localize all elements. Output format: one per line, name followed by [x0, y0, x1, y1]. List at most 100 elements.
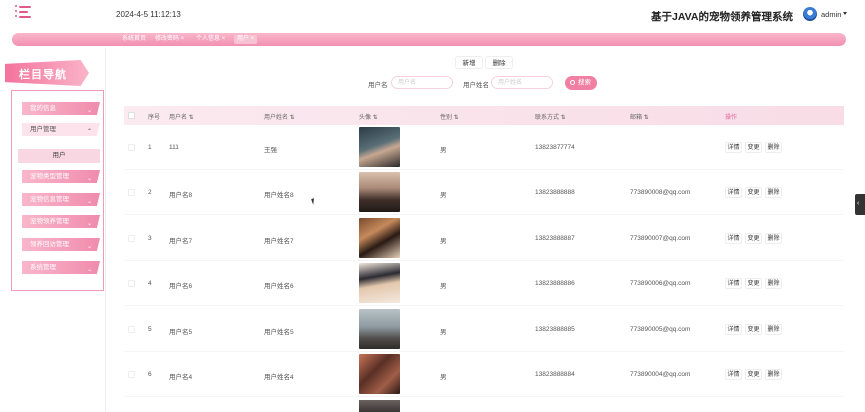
tab-home[interactable]: 系统首页	[122, 35, 146, 44]
row-delete-button[interactable]: 删除	[765, 233, 782, 244]
search-button[interactable]: 搜索	[565, 76, 597, 90]
column-header[interactable]: 性别 ⇅	[440, 112, 459, 121]
cell-gender: 男	[440, 147, 447, 154]
side-panel-handle[interactable]: ‹	[855, 194, 865, 215]
cell-username: 用户名4	[169, 374, 193, 381]
cell-phone: 13823877774	[535, 144, 575, 151]
row-delete-button[interactable]: 删除	[765, 187, 782, 198]
cell-no: 4	[148, 280, 152, 287]
column-header[interactable]: 头像 ⇅	[359, 112, 378, 121]
column-header[interactable]: 用户姓名 ⇅	[264, 112, 295, 121]
sidebar-subitem-users[interactable]: 用户	[18, 149, 100, 163]
sidebar-item-pet-info[interactable]: 宠物信息管理 ⌄	[22, 193, 100, 206]
user-name[interactable]: admin	[821, 10, 841, 19]
column-header[interactable]: 联系方式 ⇅	[535, 112, 566, 121]
detail-button[interactable]: 详情	[725, 233, 742, 244]
sidebar-item-system[interactable]: 系统管理 ⌄	[22, 261, 100, 274]
row-checkbox[interactable]	[128, 189, 135, 196]
column-header: 序号	[148, 115, 161, 121]
tab-users[interactable]: 用户 ×	[234, 35, 258, 44]
datetime: 2024-4-5 11:12:13	[116, 10, 181, 19]
table-row: 5 用户名5 用户姓名5 男 13823888885 773890005@qq.…	[124, 307, 844, 352]
detail-button[interactable]: 详情	[725, 369, 742, 380]
edit-button[interactable]: 变更	[745, 324, 762, 335]
username-label: 用户名	[368, 82, 388, 89]
edit-button[interactable]: 变更	[745, 142, 762, 153]
sidebar-item-label: 系统管理	[30, 264, 56, 271]
edit-button[interactable]: 变更	[745, 278, 762, 289]
detail-button[interactable]: 详情	[725, 324, 742, 335]
nav-menu: 我的信息 ⌄ 用户管理 ⌃ 用户 宠物类型管理 ⌄ 宠物信息管理 ⌄ 宠物领养管理 ⌄ 领…	[11, 90, 104, 291]
cell-no: 2	[148, 189, 152, 196]
chevron-down-icon: ⌄	[86, 221, 92, 227]
row-delete-button[interactable]: 删除	[765, 369, 782, 380]
cell-realname: 用户姓名8	[264, 192, 294, 199]
tab-profile[interactable]: 个人信息 ×	[196, 35, 225, 44]
table-row: 2 用户名8 用户姓名8 男 13823888888 773890008@qq.…	[124, 170, 844, 215]
nav-banner: 栏目导航	[5, 60, 89, 86]
sidebar-item-pet-adoption[interactable]: 宠物领养管理 ⌄	[22, 215, 100, 228]
cell-username: 用户名8	[169, 192, 193, 199]
detail-button[interactable]: 详情	[725, 187, 742, 198]
cell-email: 773890006@qq.com	[630, 280, 691, 287]
table-header: 序号 用户名 ⇅ 用户姓名 ⇅ 头像 ⇅ 性别 ⇅ 联系方式 ⇅ 邮箱 ⇅ 操作	[124, 106, 844, 125]
select-all-checkbox[interactable]	[128, 112, 135, 119]
sidebar-item-pet-type[interactable]: 宠物类型管理 ⌄	[22, 170, 100, 183]
row-checkbox[interactable]	[128, 280, 135, 287]
cell-email: 773890004@qq.com	[630, 371, 691, 378]
chevron-down-icon[interactable]	[843, 12, 847, 15]
menu-toggle-icon[interactable]	[15, 5, 31, 21]
cell-no: 3	[148, 235, 152, 242]
row-delete-button[interactable]: 删除	[765, 324, 782, 335]
user-avatar[interactable]	[803, 7, 817, 21]
add-button[interactable]: 新增	[455, 56, 483, 69]
table-row: 1 111 王强 男 13823877774 详情 变更 删除	[124, 125, 844, 170]
row-checkbox[interactable]	[128, 144, 135, 151]
sidebar-item-label: 宠物信息管理	[30, 196, 69, 203]
table-row: 4 用户名6 用户姓名6 男 13823888886 773890006@qq.…	[124, 261, 844, 306]
row-checkbox[interactable]	[128, 235, 135, 242]
edit-button[interactable]: 变更	[745, 369, 762, 380]
column-header[interactable]: 用户名 ⇅	[169, 112, 194, 121]
cell-gender: 男	[440, 329, 447, 336]
tab-change-password[interactable]: 修改密码 ×	[155, 35, 184, 44]
sidebar-item-label: 我的信息	[30, 105, 56, 112]
search-icon	[570, 80, 575, 85]
cell-no: 1	[148, 144, 152, 151]
sidebar-item-user-management[interactable]: 用户管理 ⌃	[22, 123, 100, 136]
detail-button[interactable]: 详情	[725, 142, 742, 153]
top-header: 2024-4-5 11:12:13 基于JAVA的宠物领养管理系统 admin	[0, 0, 865, 30]
system-title: 基于JAVA的宠物领养管理系统	[651, 11, 793, 23]
sidebar-item-label: 宠物领养管理	[30, 218, 69, 225]
chevron-down-icon: ⌄	[86, 267, 92, 273]
chevron-down-icon: ⌄	[86, 244, 92, 250]
row-checkbox[interactable]	[128, 326, 135, 333]
cell-phone: 13823888888	[535, 189, 575, 196]
sidebar-item-adoption-visit[interactable]: 领养回访管理 ⌄	[22, 238, 100, 251]
realname-search-input[interactable]	[491, 76, 553, 89]
nav-banner-title: 栏目导航	[19, 69, 67, 81]
cell-phone: 13823888885	[535, 326, 575, 333]
username-search-input[interactable]	[391, 76, 453, 89]
user-avatar-image	[359, 400, 400, 412]
edit-button[interactable]: 变更	[745, 187, 762, 198]
chevron-down-icon: ⌄	[86, 199, 92, 205]
cell-realname: 用户姓名4	[264, 374, 294, 381]
cell-username: 用户名7	[169, 238, 193, 245]
cell-email: 773890005@qq.com	[630, 326, 691, 333]
delete-button[interactable]: 删除	[485, 56, 513, 69]
cell-realname: 用户姓名6	[264, 283, 294, 290]
sidebar-item-label: 宠物类型管理	[30, 173, 69, 180]
row-delete-button[interactable]: 删除	[765, 278, 782, 289]
sidebar-item-my-info[interactable]: 我的信息 ⌄	[22, 102, 100, 115]
user-avatar-image	[359, 309, 400, 349]
row-checkbox[interactable]	[128, 371, 135, 378]
row-delete-button[interactable]: 删除	[765, 142, 782, 153]
cell-username: 用户名6	[169, 283, 193, 290]
chevron-left-icon: ‹	[857, 200, 860, 207]
realname-label: 用户姓名	[463, 82, 489, 89]
detail-button[interactable]: 详情	[725, 278, 742, 289]
edit-button[interactable]: 变更	[745, 233, 762, 244]
chevron-down-icon: ⌄	[86, 108, 92, 114]
column-header[interactable]: 邮箱 ⇅	[630, 112, 649, 121]
